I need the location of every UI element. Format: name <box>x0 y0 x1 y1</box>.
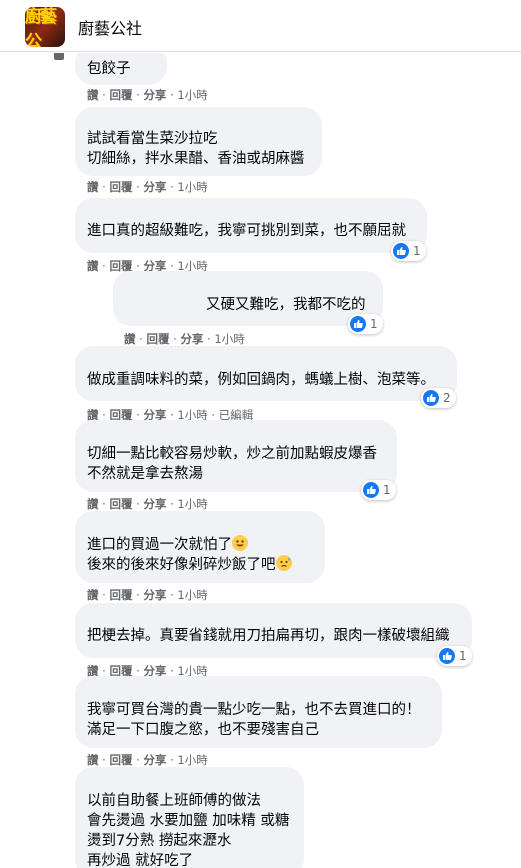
like-link[interactable]: 讚 <box>87 588 99 602</box>
like-thumb-icon <box>393 243 409 259</box>
sweat-face-emoji <box>275 555 292 571</box>
comment-text: 進口真的超級難吃，我寧可挑別到菜，也不願屈就 <box>87 223 406 239</box>
share-link[interactable]: 分享 <box>143 753 166 767</box>
share-link[interactable]: 分享 <box>180 332 203 346</box>
reply-link[interactable]: 回覆 <box>109 588 132 602</box>
timestamp[interactable]: 1小時 <box>214 332 244 346</box>
like-link[interactable]: 讚 <box>87 497 99 511</box>
reaction-count[interactable]: 1 <box>348 314 383 334</box>
comment-text: 進口的買過一次就怕了 <box>87 535 248 555</box>
comment-feed[interactable]: 包餃子 讚 · 回覆 · 分享 · 1小時 試試看當生菜沙拉吃 切細絲，拌水果醋… <box>0 53 521 868</box>
comment: 試試看當生菜沙拉吃 切細絲，拌水果醋、香油或胡麻醬 讚 · 回覆 · 分享 · … <box>0 107 521 197</box>
comment-actions: 讚 · 回覆 · 分享 · 1小時 <box>87 753 208 767</box>
timestamp[interactable]: 1小時 <box>177 588 207 602</box>
share-link[interactable]: 分享 <box>143 180 166 194</box>
like-link[interactable]: 讚 <box>87 88 99 102</box>
share-link[interactable]: 分享 <box>143 497 166 511</box>
comment-text: 我寧可買台灣的貴一點少吃一點，也不去買進口的！ <box>87 702 421 718</box>
comment-reply: 又硬又難吃，我都不吃的 1 讚 · 回覆 · 分享 · 1小時 <box>0 271 521 346</box>
comment: 把梗去掉。真要省錢就用刀拍扁再切，跟肉一樣破壞組織 1 讚 · 回覆 · 分享 … <box>0 603 521 678</box>
share-link[interactable]: 分享 <box>143 88 166 102</box>
reply-link[interactable]: 回覆 <box>109 88 132 102</box>
comment-actions: 讚 · 回覆 · 分享 · 1小時 <box>87 180 208 194</box>
reaction-count[interactable]: 1 <box>361 480 396 500</box>
comment: 切細一點比較容易炒軟，炒之前加點蝦皮爆香 不然就是拿去熬湯 1 讚 · 回覆 ·… <box>0 420 521 515</box>
like-link[interactable]: 讚 <box>87 753 99 767</box>
like-link[interactable]: 讚 <box>124 332 136 346</box>
avatar-logo: 廚藝公 <box>25 7 57 47</box>
like-link[interactable]: 讚 <box>87 180 99 194</box>
group-name[interactable]: 廚藝公社 <box>78 15 142 39</box>
comment-actions: 讚 · 回覆 · 分享 · 1小時 <box>87 588 208 602</box>
share-link[interactable]: 分享 <box>143 588 166 602</box>
reply-link[interactable]: 回覆 <box>109 753 132 767</box>
reaction-count[interactable]: 2 <box>421 388 456 408</box>
comment-text: 會先燙過 水要加鹽 加味精 或糖 <box>87 813 290 829</box>
comment-text: 後來的後來好像剁碎炒飯了吧 <box>87 555 292 575</box>
like-thumb-icon <box>423 390 439 406</box>
reply-thread-marker <box>54 53 64 60</box>
comment: 做成重調味料的菜，例如回鍋肉，螞蟻上樹、泡菜等。 2 讚 · 回覆 · 分享 ·… <box>0 346 521 422</box>
comment: 包餃子 讚 · 回覆 · 分享 · 1小時 <box>0 53 521 108</box>
reply-link[interactable]: 回覆 <box>109 180 132 194</box>
comment-text: 切細一點比較容易炒軟，炒之前加點蝦皮爆香 <box>87 446 377 462</box>
reply-link[interactable]: 回覆 <box>109 497 132 511</box>
comment-text: 切細絲，拌水果醋、香油或胡麻醬 <box>87 151 305 167</box>
comment-actions: 讚 · 回覆 · 分享 · 1小時 <box>87 88 208 102</box>
reaction-number: 1 <box>459 649 467 663</box>
reaction-number: 1 <box>413 244 421 258</box>
comment: 進口真的超級難吃，我寧可挑別到菜，也不願屈就 1 讚 · 回覆 · 分享 · 1… <box>0 198 521 273</box>
comment-text: 不然就是拿去熬湯 <box>87 466 203 482</box>
reply-link[interactable]: 回覆 <box>146 332 169 346</box>
like-thumb-icon <box>350 316 366 332</box>
timestamp[interactable]: 1小時 <box>177 180 207 194</box>
comment-text: 做成重調味料的菜，例如回鍋肉，螞蟻上樹、泡菜等。 <box>87 372 435 388</box>
comment-text: 把梗去掉。真要省錢就用刀拍扁再切，跟肉一樣破壞組織 <box>87 628 450 644</box>
comment: 我寧可買台灣的貴一點少吃一點，也不去買進口的！ 滿足一下口腹之慾，也不要殘害自己… <box>0 676 521 771</box>
like-thumb-icon <box>363 482 379 498</box>
like-thumb-icon <box>439 648 455 664</box>
comment-text: 又硬又難吃，我都不吃的 <box>206 297 366 313</box>
comment: 以前自助餐上班師傅的做法 會先燙過 水要加鹽 加味精 或糖 燙到7分熟 撈起來瀝… <box>0 767 521 868</box>
timestamp[interactable]: 1小時 <box>177 88 207 102</box>
reaction-number: 1 <box>383 483 391 497</box>
comment-text: 滿足一下口腹之慾，也不要殘害自己 <box>87 722 319 738</box>
reaction-count[interactable]: 1 <box>437 646 472 666</box>
reaction-number: 1 <box>370 317 378 331</box>
comment-actions: 讚 · 回覆 · 分享 · 1小時 <box>124 332 245 346</box>
comment-actions: 讚 · 回覆 · 分享 · 1小時 <box>87 497 208 511</box>
reaction-number: 2 <box>443 391 451 405</box>
group-avatar[interactable]: 廚藝公 <box>25 7 65 47</box>
comment-text: 試試看當生菜沙拉吃 <box>87 131 218 147</box>
comment-text: 再炒過 就好吃了 <box>87 853 194 868</box>
comment-text: 以前自助餐上班師傅的做法 <box>87 793 261 809</box>
comment: 進口的買過一次就怕了 後來的後來好像剁碎炒飯了吧 讚 · 回覆 · 分享 · 1… <box>0 511 521 606</box>
comment-text: 包餃子 <box>87 61 131 77</box>
grinning-face-emoji <box>232 535 248 551</box>
comment-text: 燙到7分熟 撈起來瀝水 <box>87 833 232 849</box>
timestamp[interactable]: 1小時 <box>177 497 207 511</box>
group-header: 廚藝公 廚藝公社 <box>0 0 521 52</box>
reaction-count[interactable]: 1 <box>391 241 426 261</box>
timestamp[interactable]: 1小時 <box>177 753 207 767</box>
